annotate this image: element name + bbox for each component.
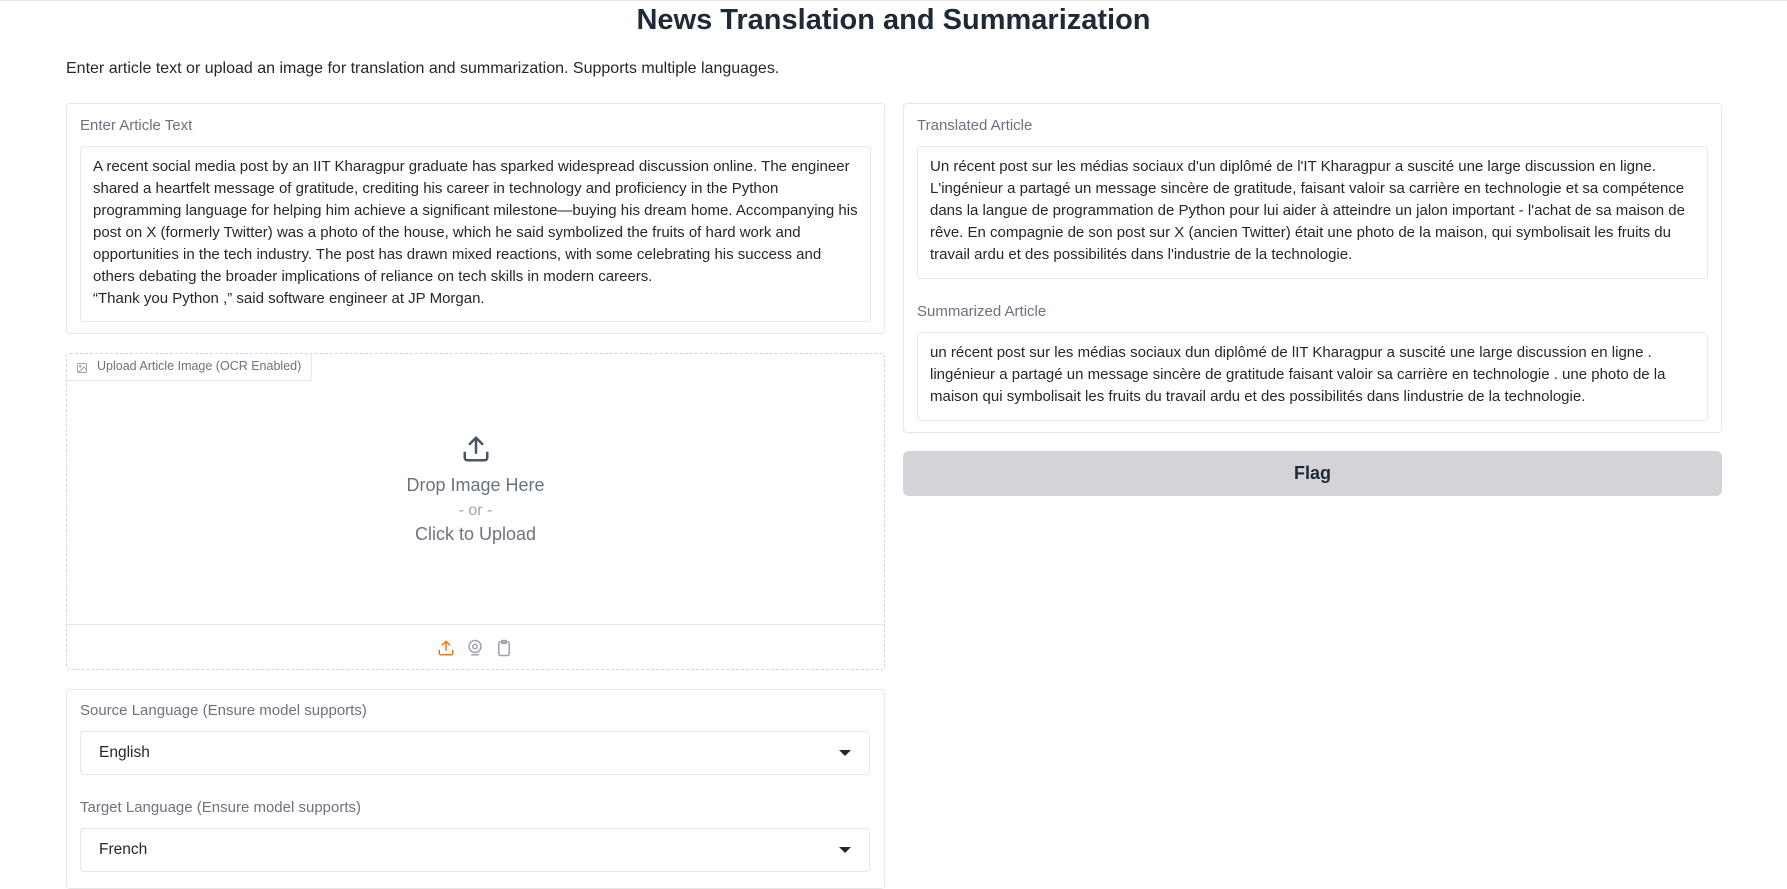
source-language-select[interactable]: English <box>80 731 870 775</box>
target-language-select[interactable]: French <box>80 828 870 872</box>
image-icon <box>76 362 88 374</box>
article-text-panel: Enter Article Text A recent social media… <box>66 103 885 334</box>
drop-zone[interactable]: Drop Image Here - or - Click to Upload <box>67 434 884 545</box>
drop-image-text: Drop Image Here <box>406 475 545 495</box>
target-language-value: French <box>99 841 148 858</box>
upload-icon <box>437 639 455 657</box>
click-to-upload-text[interactable]: Click to Upload <box>67 524 884 545</box>
top-border <box>0 0 1787 1</box>
translated-article-label: Translated Article <box>917 117 1033 134</box>
translated-article-output[interactable]: Un récent post sur les médias sociaux d'… <box>917 146 1708 279</box>
page-title: News Translation and Summarization <box>636 4 1151 36</box>
upload-source-divider <box>67 624 884 625</box>
summarized-article-output[interactable]: un récent post sur les médias sociaux du… <box>917 332 1708 421</box>
page-description: Enter article text or upload an image fo… <box>66 60 780 77</box>
target-language-label: Target Language (Ensure model supports) <box>80 799 362 816</box>
article-text-input[interactable]: A recent social media post by an IIT Kha… <box>80 146 871 322</box>
summarized-article-label: Summarized Article <box>917 303 1047 320</box>
upload-arrow-icon <box>461 434 491 469</box>
chevron-down-icon <box>839 750 851 756</box>
or-separator-text: - or - <box>458 502 493 519</box>
image-upload-label-tag: Upload Article Image (OCR Enabled) <box>67 354 313 381</box>
webcam-source-button[interactable] <box>464 637 486 659</box>
upload-source-button[interactable] <box>435 637 457 659</box>
flag-button[interactable]: Flag <box>903 451 1722 496</box>
source-language-value: English <box>99 744 150 761</box>
source-language-label: Source Language (Ensure model supports) <box>80 702 367 719</box>
clipboard-icon <box>495 639 513 657</box>
image-upload-label: Upload Article Image (OCR Enabled) <box>97 359 302 373</box>
clipboard-source-button[interactable] <box>493 637 515 659</box>
article-text-label: Enter Article Text <box>80 117 193 134</box>
output-panel: Translated Article Un récent post sur le… <box>903 103 1722 433</box>
chevron-down-icon <box>839 847 851 853</box>
image-upload-area[interactable]: Upload Article Image (OCR Enabled) Drop … <box>66 353 885 670</box>
webcam-icon <box>466 639 484 657</box>
